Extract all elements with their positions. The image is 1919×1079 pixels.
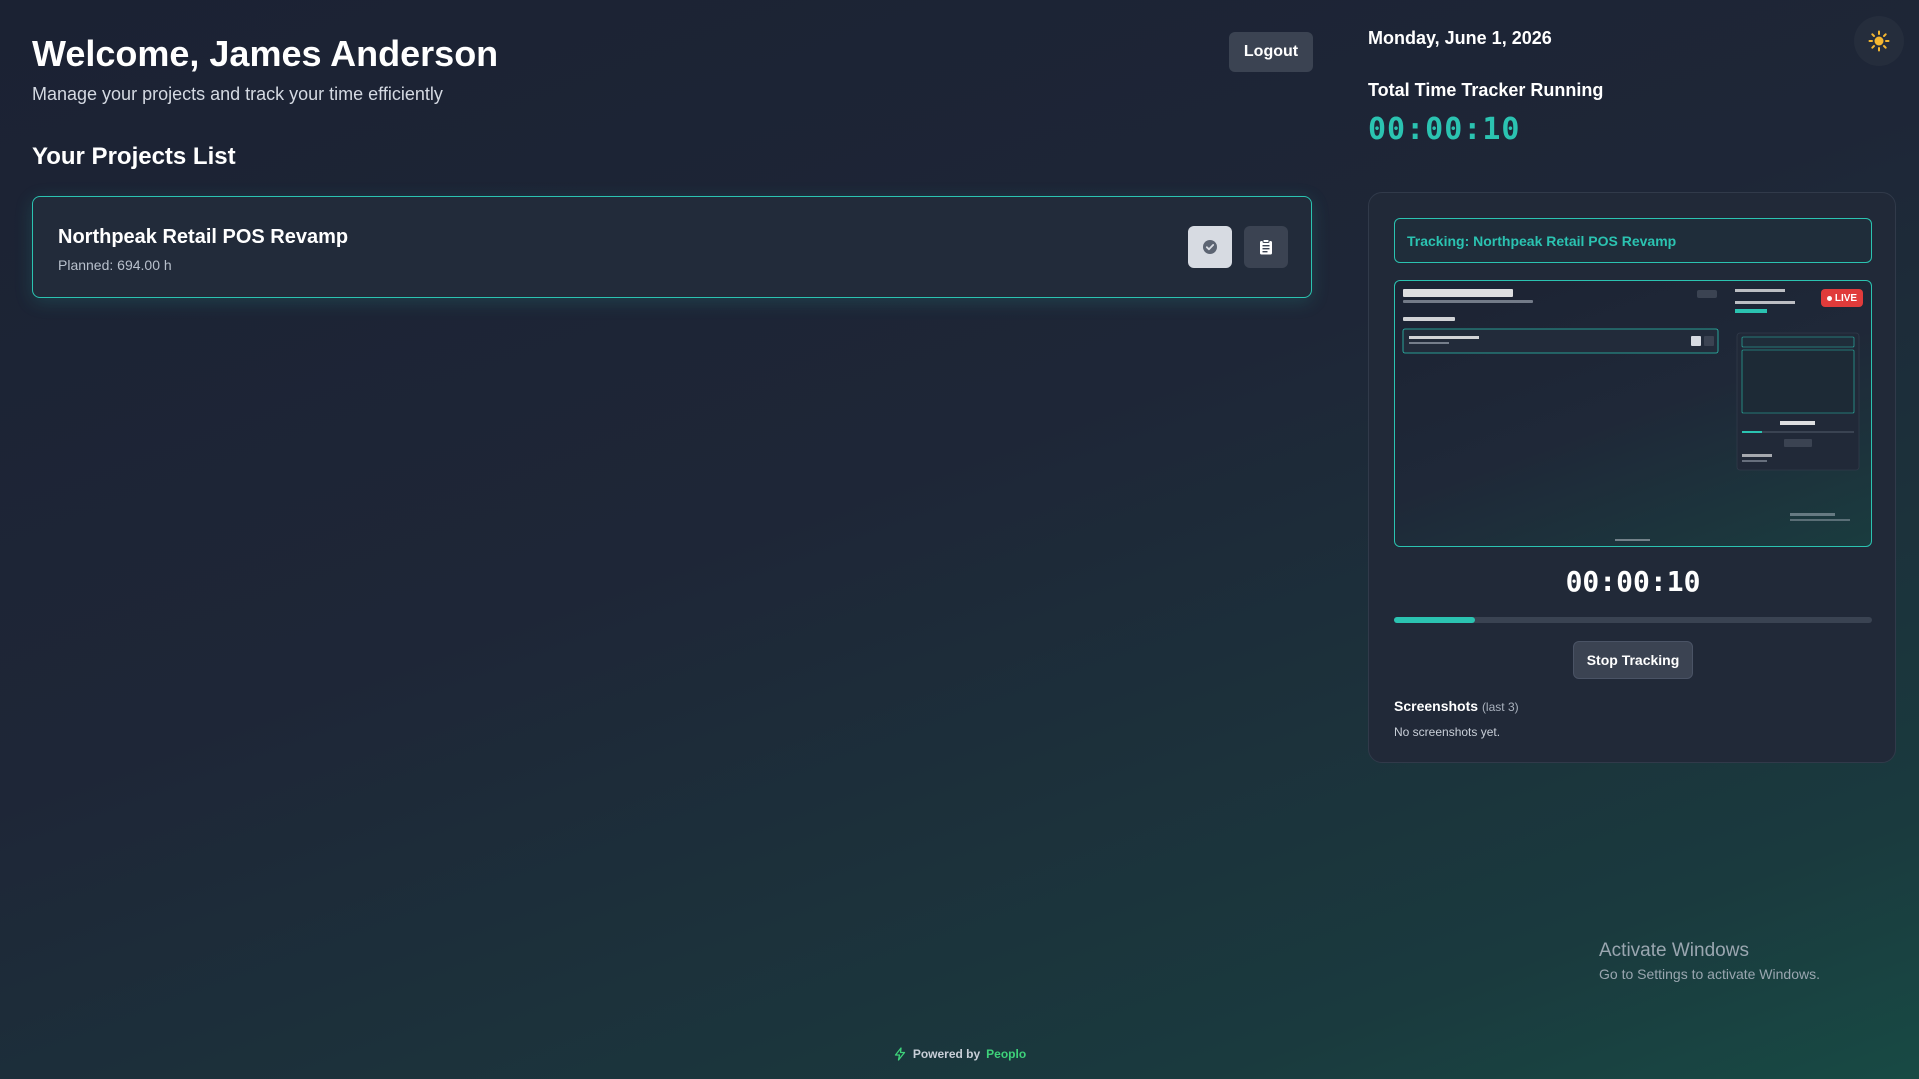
- stop-tracking-button[interactable]: Stop Tracking: [1573, 641, 1693, 679]
- screenshots-heading: Screenshots (last 3): [1394, 698, 1519, 714]
- tracking-banner: Tracking: Northpeak Retail POS Revamp: [1394, 218, 1872, 263]
- logout-button[interactable]: Logout: [1229, 32, 1313, 72]
- page-subtitle: Manage your projects and track your time…: [32, 84, 443, 104]
- theme-toggle-button[interactable]: [1854, 16, 1904, 66]
- check-circle-icon: [1203, 240, 1217, 254]
- project-name: Northpeak Retail POS Revamp: [58, 226, 349, 248]
- session-timer: 00:00:10: [1565, 565, 1701, 598]
- footer: Powered by Peoplo: [0, 1047, 1919, 1061]
- total-tracker-time: 00:00:10: [1368, 112, 1521, 147]
- windows-activation-watermark: Activate Windows Go to Settings to activ…: [1599, 940, 1820, 982]
- live-dot-icon: [1826, 295, 1832, 301]
- watermark-subtitle: Go to Settings to activate Windows.: [1599, 966, 1820, 982]
- tracking-progress-bar: [1394, 617, 1872, 623]
- watermark-title: Activate Windows: [1599, 940, 1749, 961]
- live-screen-preview: LIVE: [1394, 280, 1872, 547]
- page-title: Welcome, James Anderson: [32, 33, 499, 74]
- screenshots-empty-message: No screenshots yet.: [1394, 725, 1501, 739]
- powered-by-label: Powered by: [912, 1047, 981, 1061]
- tracking-panel: Tracking: Northpeak Retail POS Revamp LI…: [1368, 192, 1896, 763]
- project-card[interactable]: Northpeak Retail POS Revamp Planned: 694…: [32, 196, 1312, 298]
- header: Welcome, James Anderson Manage your proj…: [32, 32, 1312, 105]
- bolt-icon: [894, 1047, 905, 1061]
- clipboard-icon: [1260, 239, 1272, 255]
- complete-project-button[interactable]: [1188, 226, 1232, 268]
- tracker-title: Total Time Tracker Running: [1368, 80, 1604, 100]
- preview-thumbnail: [1402, 289, 1860, 541]
- screenshots-label: Screenshots: [1394, 698, 1479, 714]
- sun-icon: [1868, 30, 1890, 52]
- project-planned-hours: Planned: 694.00 h: [58, 257, 172, 273]
- live-label: LIVE: [1834, 292, 1858, 304]
- projects-heading: Your Projects List: [32, 143, 236, 170]
- brand-link[interactable]: Peoplo: [986, 1047, 1026, 1061]
- project-tasks-button[interactable]: [1244, 226, 1288, 268]
- live-badge: LIVE: [1821, 289, 1863, 307]
- screenshots-count-note: (last 3): [1481, 700, 1519, 714]
- tracking-progress-fill: [1394, 617, 1476, 623]
- current-date: Monday, June 1, 2026: [1368, 28, 1552, 48]
